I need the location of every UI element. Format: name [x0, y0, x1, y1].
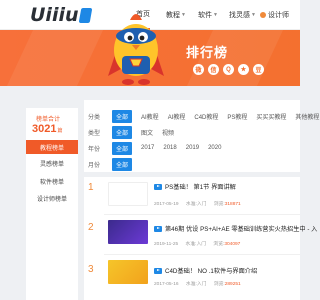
stat-value: 3021篇	[32, 123, 63, 135]
video-icon	[154, 225, 162, 232]
filter-option[interactable]: 2019	[186, 145, 199, 151]
rank-meta: 2019-11-25 水准:入门 浏览:304097	[154, 240, 240, 247]
rank-date: 2017-05-16	[154, 282, 179, 287]
site-logo[interactable]: Uiiiu	[30, 4, 92, 26]
rank-number: 3	[88, 264, 94, 275]
filter-label: 分类	[88, 114, 101, 121]
rank-thumbnail[interactable]	[108, 260, 148, 284]
filter-label: 类型	[88, 130, 101, 137]
rank-date: 2017-05-19	[154, 202, 179, 207]
weibo-icon[interactable]: 微	[193, 64, 204, 75]
filter-option[interactable]: 其他教程	[295, 112, 319, 121]
filter-option[interactable]: 图文	[141, 128, 153, 137]
sidebar-item-tutorial-ranking[interactable]: 教程榜单	[26, 140, 78, 154]
rank-date: 2019-11-25	[154, 242, 179, 247]
nav-tutorial[interactable]: 教程 ▼	[166, 0, 186, 30]
nav-find-inspiration[interactable]: 找灵感 ▼	[229, 0, 256, 30]
filter-option-all[interactable]: 全部	[112, 125, 133, 139]
filter-option[interactable]: 买买买教程	[256, 112, 286, 121]
filter-option-all[interactable]: 全部	[112, 109, 133, 123]
rank-thumbnail[interactable]	[108, 182, 148, 206]
chevron-down-icon: ▼	[213, 12, 218, 18]
ranking-main: 分类 全部 AI教程 AI教程 C4D教程 PS教程 买买买教程 其他教程 类型…	[84, 100, 319, 300]
nav-software[interactable]: 软件 ▼	[198, 0, 218, 30]
sidebar-item-inspiration-ranking[interactable]: 灵感榜单	[26, 156, 78, 170]
rank-level: 水准:入门	[185, 282, 207, 287]
rank-title[interactable]: C4D基础！ NO .1软件与界面介绍	[154, 266, 257, 275]
sidebar-item-label: 设计师榜单	[36, 196, 67, 203]
nav-designer-label: 设计师	[268, 12, 289, 19]
filter-option[interactable]: PS教程	[227, 112, 247, 121]
filter-option-all[interactable]: 全部	[112, 141, 133, 155]
rank-level: 水准:入门	[185, 242, 207, 247]
section-divider	[84, 172, 300, 177]
nav-tutorial-label: 教程	[166, 12, 180, 19]
rank-views: 318871	[224, 202, 241, 207]
sidebar-item-label: 灵感榜单	[39, 161, 64, 168]
filter-option[interactable]: AI教程	[168, 112, 186, 121]
nav-designer[interactable]: 设计师	[260, 0, 289, 30]
rank-meta: 2017-05-16 水准:入门 浏览:289251	[154, 280, 241, 287]
filter-label: 月份	[88, 162, 101, 169]
filter-option[interactable]: C4D教程	[194, 112, 218, 121]
stat-number: 3021	[32, 123, 57, 135]
filter-category: 分类 全部 AI教程 AI教程 C4D教程 PS教程 买买买教程 其他教程	[88, 109, 320, 123]
rank-number: 2	[88, 222, 94, 233]
rank-views: 304097	[224, 242, 241, 247]
rank-title-text: C4D基础！ NO .1软件与界面介绍	[165, 268, 258, 275]
stat-label: 榜单合计	[36, 117, 61, 123]
rank-views-label: 浏览:	[213, 282, 225, 287]
rank-meta: 2017-05-19 水准:入门 浏览:318871	[154, 200, 241, 207]
filter-option[interactable]: 视频	[162, 128, 174, 137]
sidebar-item-label: 软件榜单	[39, 179, 64, 186]
sidebar-item-designer-ranking[interactable]: 设计师榜单	[26, 191, 78, 205]
rank-title-text: PS基础！ 第1节 界面讲解	[165, 184, 236, 191]
designer-icon	[260, 12, 266, 18]
nav-find-inspiration-label: 找灵感	[229, 12, 250, 19]
qq-icon[interactable]: Q	[223, 64, 234, 75]
filter-option[interactable]: AI教程	[141, 112, 159, 121]
logo-mark-icon	[78, 7, 92, 23]
douban-icon[interactable]: 豆	[253, 64, 264, 75]
filter-year: 年份 全部 2017 2018 2019 2020	[88, 141, 230, 155]
filter-option[interactable]: 2017	[141, 145, 154, 151]
wechat-icon[interactable]: 信	[208, 64, 219, 75]
rank-title[interactable]: 第46期 优设 PS+AI+AE 零基础训练营实火热招生中 - 入	[154, 224, 317, 233]
banner-title: 排行榜	[186, 45, 229, 60]
mascot-illustration	[108, 14, 164, 85]
filter-label: 年份	[88, 146, 101, 153]
rank-views-label: 浏览:	[213, 242, 225, 247]
filter-month: 月份 全部	[88, 157, 141, 171]
row-separator	[104, 254, 300, 255]
rank-views-label: 浏览:	[213, 202, 225, 207]
rank-title-text: 第46期 优设 PS+AI+AE 零基础训练营实火热招生中 - 入	[165, 226, 318, 233]
rank-thumbnail[interactable]	[108, 220, 148, 244]
nav-software-label: 软件	[198, 12, 212, 19]
row-separator	[104, 214, 300, 215]
stat-unit: 篇	[57, 128, 63, 134]
banner-stripe	[6, 30, 104, 86]
ranking-sidebar: 榜单合计 3021篇 教程榜单 灵感榜单 软件榜单 设计师榜单	[26, 108, 78, 300]
rank-level: 水准:入门	[185, 202, 207, 207]
qzone-icon[interactable]: ★	[238, 64, 249, 75]
video-icon	[154, 267, 162, 274]
rank-views: 289251	[224, 282, 241, 287]
logo-text: Uiiiu	[30, 4, 79, 26]
filter-option[interactable]: 2020	[208, 145, 221, 151]
sidebar-item-software-ranking[interactable]: 软件榜单	[26, 174, 78, 188]
chevron-down-icon: ▼	[181, 12, 186, 18]
video-icon	[154, 183, 162, 190]
filter-type: 类型 全部 图文 视频	[88, 125, 183, 139]
chevron-down-icon: ▼	[251, 12, 256, 18]
sidebar-item-label: 教程榜单	[39, 145, 64, 152]
rank-title[interactable]: PS基础！ 第1节 界面讲解	[154, 182, 236, 191]
filter-option-all[interactable]: 全部	[112, 157, 133, 171]
filter-option[interactable]: 2018	[163, 145, 176, 151]
rank-number: 1	[88, 182, 94, 193]
